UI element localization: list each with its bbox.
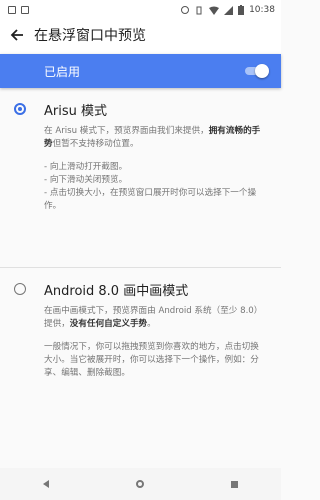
desc-bold: 没有任何自定义手势 [69,319,148,329]
desc-tail: 但暂不支持移动位置。 [52,139,139,149]
option-description: 在 Arisu 模式下，预览界面由我们来提供，拥有流畅的手势但暂不支持移动位置。 [44,125,267,151]
nav-back-icon[interactable] [43,480,50,488]
status-bar: 10:38 [0,0,281,20]
signal-icon [224,5,234,15]
nav-recents-icon[interactable] [230,480,238,488]
navigation-bar [0,468,281,500]
system-icons: 10:38 [181,5,275,15]
screenshot-icon [8,6,16,14]
clock: 10:38 [249,5,275,15]
option-title: Android 8.0 画中画模式 [44,284,189,299]
option-pip-mode[interactable]: Android 8.0 画中画模式 在画中画模式下，预览界面由 Android … [0,268,281,380]
wifi-icon [209,6,220,15]
back-button[interactable] [0,28,34,42]
desc-lead: 在 Arisu 模式下，预览界面由我们来提供， [44,126,209,136]
dnd-icon [181,6,190,14]
arrow-back-icon [10,29,23,41]
vibrate-icon [196,6,202,14]
battery-icon [238,5,245,15]
option-desc-item: - 向上滑动打开截图。 [44,162,128,172]
enable-toggle[interactable] [243,64,269,78]
app-bar: 在悬浮窗口中预览 [0,20,281,54]
radio-button-pip[interactable] [14,283,26,295]
radio-button-arisu[interactable] [14,103,26,115]
nav-home-icon[interactable] [135,480,144,488]
option-note: 一般情况下，你可以拖拽预览到你喜欢的地方，点击切换大小。当它被展开时，你可以选择… [44,342,259,378]
option-desc-item: - 点击切换大小，在预览窗口展开时你可以选择下一个操作。 [44,188,257,211]
option-description: 在画中画模式下，预览界面由 Android 系统（至少 8.0）提供，没有任何自… [44,305,267,331]
notification-icon [21,6,29,14]
toggle-thumb [255,64,269,78]
option-title: Arisu 模式 [44,104,107,119]
enable-switch-bar[interactable]: 已启用 [0,54,281,88]
notification-icons [8,6,29,14]
option-desc-item: - 向下滑动关闭预览。 [44,175,128,185]
desc-tail: 。 [147,319,156,329]
page-title: 在悬浮窗口中预览 [34,28,146,44]
option-arisu-mode[interactable]: Arisu 模式 在 Arisu 模式下，预览界面由我们来提供，拥有流畅的手势但… [0,88,281,268]
enabled-label: 已启用 [44,64,81,79]
